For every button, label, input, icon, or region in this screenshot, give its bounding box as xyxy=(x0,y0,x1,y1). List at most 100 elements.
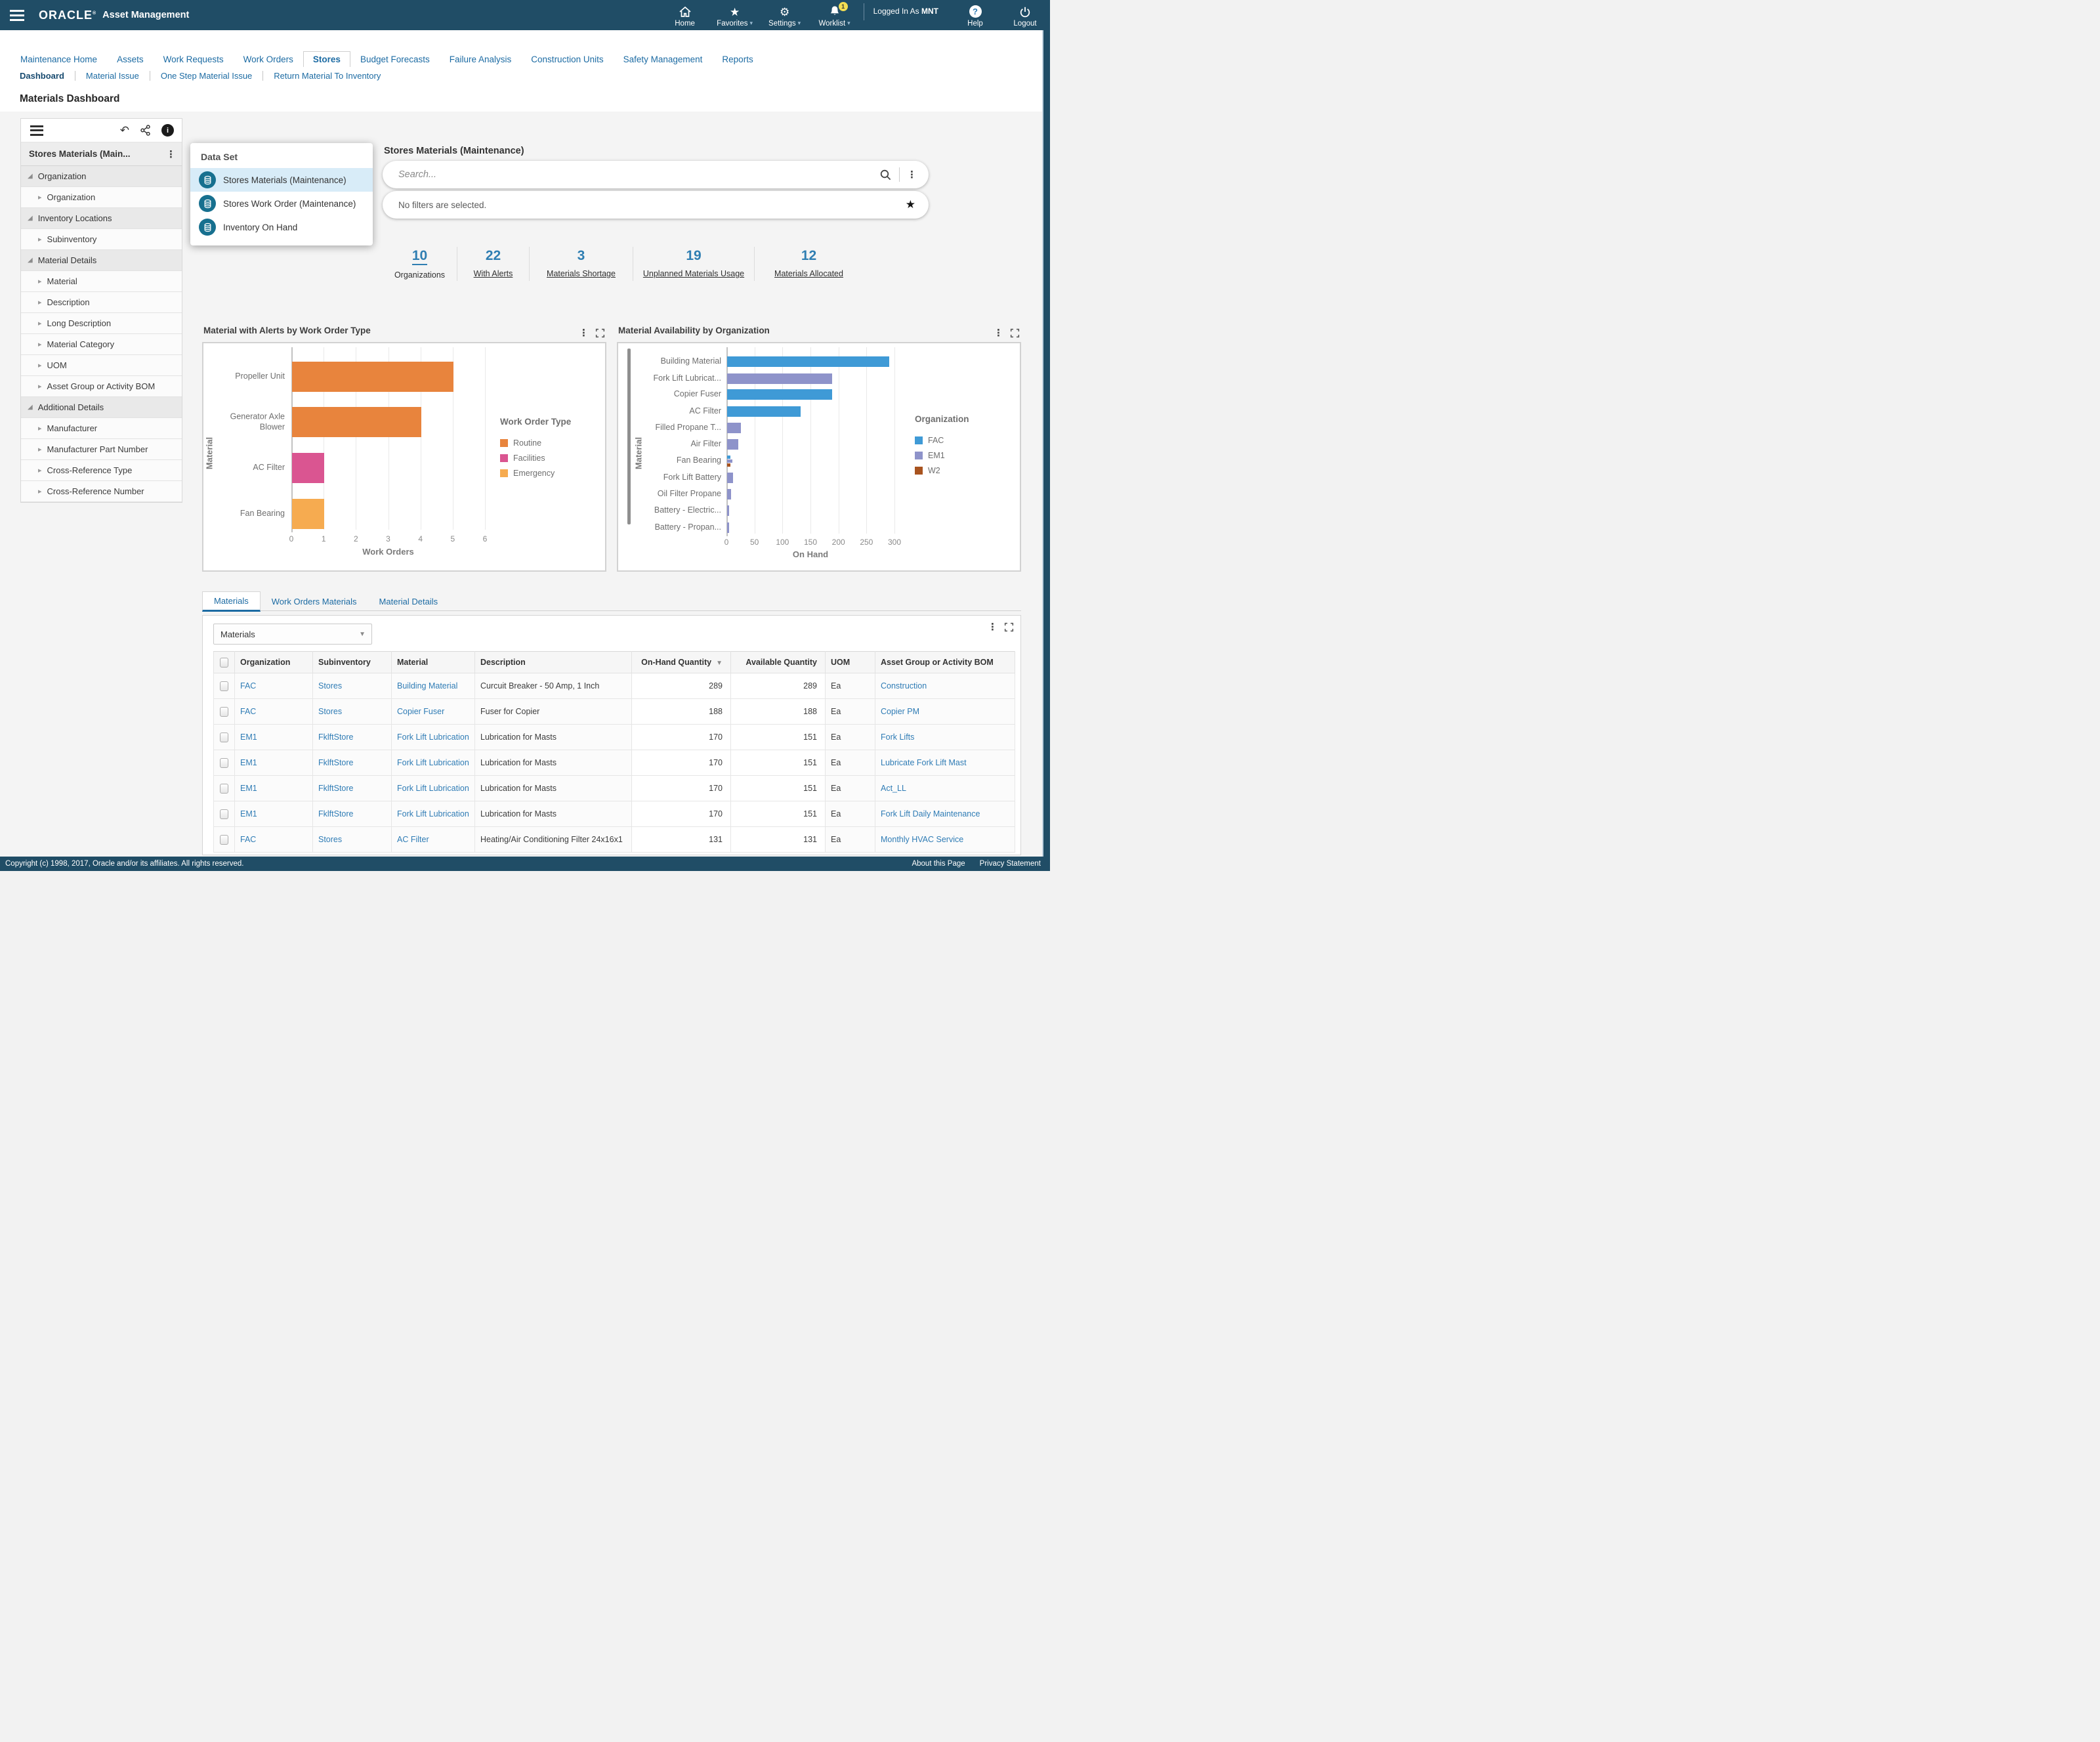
table-view-select[interactable]: Materials ▼ xyxy=(213,624,372,645)
cell-link[interactable]: Fork Lift Lubrication xyxy=(397,733,469,742)
nav-home[interactable]: Home xyxy=(660,3,710,28)
table-row[interactable]: EM1FklftStoreFork Lift LubricationLubric… xyxy=(214,801,1015,827)
kpi-label[interactable]: Materials Allocated xyxy=(755,268,863,280)
legend-entry-em1[interactable]: EM1 xyxy=(915,451,945,460)
cell-link[interactable]: FklftStore xyxy=(318,733,354,742)
bar-ac-filter[interactable] xyxy=(292,453,324,483)
row-select-cell[interactable] xyxy=(214,699,235,725)
nav-worklist[interactable]: 1 Worklist▾ xyxy=(810,3,860,28)
tab-work-requests[interactable]: Work Requests xyxy=(154,51,234,67)
filter-item-cross-reference-number[interactable]: ▸Cross-Reference Number xyxy=(21,481,182,502)
bar-fork-lift-lubricat-em1[interactable] xyxy=(727,373,832,384)
cell-link[interactable]: FklftStore xyxy=(318,809,354,818)
table-row[interactable]: FACStoresAC FilterHeating/Air Conditioni… xyxy=(214,827,1015,853)
dataset-item-inventory-on-hand[interactable]: Inventory On Hand xyxy=(190,215,373,239)
bar-fan-bearing-w2[interactable] xyxy=(727,463,730,467)
expand-icon[interactable] xyxy=(1010,328,1020,338)
expand-icon[interactable] xyxy=(1004,622,1014,632)
filter-item-asset-group-or-activity-bom[interactable]: ▸Asset Group or Activity BOM xyxy=(21,376,182,397)
dataset-item-stores-materials-maintenance[interactable]: Stores Materials (Maintenance) xyxy=(190,168,373,192)
subtab-one-step-material-issue[interactable]: One Step Material Issue xyxy=(150,71,263,81)
bar-fan-bearing-fac[interactable] xyxy=(727,456,730,459)
bar-oil-filter-propane-em1[interactable] xyxy=(727,489,731,499)
table-row[interactable]: FACStoresBuilding MaterialCurcuit Breake… xyxy=(214,673,1015,699)
search-icon[interactable] xyxy=(879,169,892,181)
kpi-unplanned-materials-usage[interactable]: 19 Unplanned Materials Usage xyxy=(633,247,755,281)
bar-battery-propan-em1[interactable] xyxy=(727,522,729,533)
cell-link[interactable]: FAC xyxy=(240,835,256,844)
tab-maintenance-home[interactable]: Maintenance Home xyxy=(10,51,107,67)
row-select-cell[interactable] xyxy=(214,776,235,801)
nav-logout[interactable]: Logout xyxy=(1000,3,1050,28)
sort-descending-icon[interactable]: ▼ xyxy=(716,660,723,667)
cell-link[interactable]: Building Material xyxy=(397,681,457,690)
bar-copier-fuser-fac[interactable] xyxy=(727,389,832,400)
cell-link[interactable]: FAC xyxy=(240,681,256,690)
detail-tab-material-details[interactable]: Material Details xyxy=(368,593,450,610)
checkbox[interactable] xyxy=(220,835,228,845)
tab-assets[interactable]: Assets xyxy=(107,51,154,67)
bar-fan-bearing-em1[interactable] xyxy=(727,459,732,463)
detail-tab-materials[interactable]: Materials xyxy=(202,591,261,612)
col-header-available-quantity[interactable]: Available Quantity xyxy=(731,652,826,673)
legend-entry-emergency[interactable]: Emergency xyxy=(500,469,555,478)
subtab-return-material-to-inventory[interactable]: Return Material To Inventory xyxy=(263,71,391,81)
cell-link[interactable]: Copier Fuser xyxy=(397,707,444,716)
kpi-value[interactable]: 22 xyxy=(486,248,501,264)
about-page-link[interactable]: About this Page xyxy=(912,860,965,868)
bar-battery-electric-em1[interactable] xyxy=(727,505,729,516)
cell-link[interactable]: Stores xyxy=(318,681,342,690)
tab-safety-management[interactable]: Safety Management xyxy=(614,51,713,67)
kpi-value[interactable]: 3 xyxy=(578,248,585,264)
legend-entry-facilities[interactable]: Facilities xyxy=(500,454,555,463)
cell-link[interactable]: Construction xyxy=(881,681,927,690)
col-header-description[interactable]: Description xyxy=(475,652,632,673)
table-kebab-icon[interactable]: ⋮ xyxy=(988,621,998,633)
row-select-cell[interactable] xyxy=(214,750,235,776)
cell-link[interactable]: EM1 xyxy=(240,758,257,767)
filter-item-manufacturer[interactable]: ▸Manufacturer xyxy=(21,418,182,439)
cell-link[interactable]: AC Filter xyxy=(397,835,429,844)
col-header-material[interactable]: Material xyxy=(392,652,475,673)
nav-favorites[interactable]: ★ Favorites▾ xyxy=(710,3,760,28)
kpi-label[interactable]: Unplanned Materials Usage xyxy=(633,268,754,280)
tab-work-orders[interactable]: Work Orders xyxy=(234,51,303,67)
checkbox[interactable] xyxy=(220,658,228,668)
col-header-asset-group-or-activity-bom[interactable]: Asset Group or Activity BOM xyxy=(875,652,1015,673)
bar-air-filter-em1[interactable] xyxy=(727,439,738,450)
privacy-link[interactable]: Privacy Statement xyxy=(980,860,1041,868)
kpi-label[interactable]: Materials Shortage xyxy=(530,268,633,280)
filter-item-manufacturer-part-number[interactable]: ▸Manufacturer Part Number xyxy=(21,439,182,460)
select-all-header[interactable] xyxy=(214,652,235,673)
nav-help[interactable]: ? Help xyxy=(950,3,1000,28)
checkbox[interactable] xyxy=(220,733,228,742)
filter-item-material[interactable]: ▸Material xyxy=(21,271,182,292)
row-select-cell[interactable] xyxy=(214,725,235,750)
menu-hamburger-icon[interactable] xyxy=(10,10,24,21)
cell-link[interactable]: FklftStore xyxy=(318,758,354,767)
undo-icon[interactable]: ↶ xyxy=(120,124,129,137)
filter-item-long-description[interactable]: ▸Long Description xyxy=(21,313,182,334)
cell-link[interactable]: Copier PM xyxy=(881,707,919,716)
kpi-value[interactable]: 12 xyxy=(801,248,816,264)
tab-stores[interactable]: Stores xyxy=(303,51,350,67)
kpi-value[interactable]: 19 xyxy=(686,248,701,264)
dataset-item-stores-work-order-maintenance[interactable]: Stores Work Order (Maintenance) xyxy=(190,192,373,215)
favorite-star-icon[interactable]: ★ xyxy=(906,198,929,211)
row-select-cell[interactable] xyxy=(214,827,235,853)
checkbox[interactable] xyxy=(220,809,228,819)
table-row[interactable]: EM1FklftStoreFork Lift LubricationLubric… xyxy=(214,750,1015,776)
chart-kebab-icon[interactable]: ⋮ xyxy=(994,327,1003,339)
subtab-material-issue[interactable]: Material Issue xyxy=(75,71,150,81)
cell-link[interactable]: EM1 xyxy=(240,809,257,818)
filter-group-organization[interactable]: ◢Organization xyxy=(21,166,182,187)
window-scrollbar-strip[interactable] xyxy=(1042,30,1050,857)
bar-fork-lift-battery-em1[interactable] xyxy=(727,473,733,483)
filter-group-material-details[interactable]: ◢Material Details xyxy=(21,250,182,271)
checkbox[interactable] xyxy=(220,784,228,794)
row-select-cell[interactable] xyxy=(214,673,235,699)
bar-generator-axle-blower[interactable] xyxy=(292,407,421,437)
nav-settings[interactable]: ⚙ Settings▾ xyxy=(760,3,810,28)
kpi-materials-shortage[interactable]: 3 Materials Shortage xyxy=(530,247,633,281)
legend-entry-fac[interactable]: FAC xyxy=(915,436,945,445)
